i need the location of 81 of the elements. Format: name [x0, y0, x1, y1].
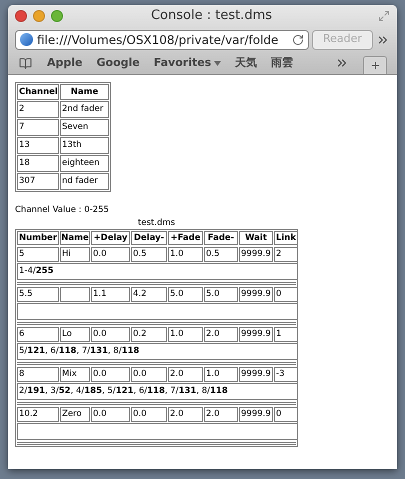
table-cell: 2.0 [168, 367, 203, 382]
window-title: Console : test.dms [150, 7, 272, 26]
channel-value-text: Channel Value : 0-255 [15, 204, 110, 216]
reload-icon[interactable] [292, 34, 304, 46]
table-cell: Hi [60, 247, 90, 262]
table-cell: 2 [274, 247, 298, 262]
bookmark-link[interactable]: Favorites [154, 54, 222, 72]
table-cell: 2 [17, 101, 59, 118]
column-header: Channel [17, 84, 59, 100]
table-cell: 0.2 [131, 327, 167, 342]
table-caption: test.dms [136, 217, 176, 229]
table-cell: nd fader [60, 173, 109, 190]
table-cell: 5 [17, 247, 59, 262]
table-cell: Seven [60, 119, 109, 136]
table-cell: 13th [60, 137, 109, 154]
column-header: Name [60, 84, 109, 100]
table-cell: 0 [274, 287, 298, 302]
table-cell: 5.5 [17, 287, 59, 302]
table-cell: 7 [17, 119, 59, 136]
table-cell: Zero [60, 407, 90, 422]
table-cell: 0.0 [131, 407, 167, 422]
table-cell: 9999.9 [239, 247, 273, 262]
table-cell: 0.0 [91, 247, 130, 262]
table-cell: 18 [17, 155, 59, 172]
table-cell: 1.0 [168, 327, 203, 342]
column-header: Link [274, 231, 298, 245]
empty-cell [60, 287, 90, 302]
new-tab-button[interactable] [363, 56, 387, 74]
table-cell: 9999.9 [239, 287, 273, 302]
column-header: Name [60, 231, 90, 245]
channel-levels-cell: 1-4/255 [17, 263, 298, 280]
table-cell: 9999.9 [239, 367, 273, 382]
table-cell: 2.0 [204, 407, 238, 422]
table-cell: 10.2 [17, 407, 59, 422]
globe-icon [20, 33, 33, 46]
table-cell: 2.0 [204, 327, 238, 342]
table-cell: 1.0 [204, 367, 238, 382]
table-cell: 9999.9 [239, 327, 273, 342]
column-header: Number [17, 231, 59, 245]
column-header: +Delay [91, 231, 130, 245]
table-cell: 4.2 [131, 287, 167, 302]
column-header: +Fade [168, 231, 203, 245]
bookmark-link[interactable]: 天気 [235, 54, 258, 72]
bookmark-link[interactable]: 雨雲 [271, 54, 294, 72]
close-button[interactable] [15, 10, 27, 22]
column-header: Wait [239, 231, 273, 245]
dropdown-icon [214, 60, 222, 66]
table-cell: 1 [274, 327, 298, 342]
column-header: Delay- [131, 231, 167, 245]
channel-levels-cell: 5/121, 6/118, 7/131, 8/118 [17, 343, 298, 360]
table-cell: eighteen [60, 155, 109, 172]
table-cell: 9999.9 [239, 407, 273, 422]
column-header: Fade- [204, 231, 238, 245]
table-cell: 2nd fader [60, 101, 109, 118]
bookmark-link[interactable]: Google [96, 54, 140, 72]
table-cell: -3 [274, 367, 298, 382]
table-cell: 1.0 [168, 247, 203, 262]
table-cell: 0.0 [91, 367, 130, 382]
table-cell: 2.0 [168, 407, 203, 422]
channel-levels-cell: 2/191, 3/52, 4/185, 5/121, 6/118, 7/131, 8/118 [17, 383, 298, 400]
table-cell: Lo [60, 327, 90, 342]
table-cell: 5.0 [168, 287, 203, 302]
table-cell: Mix [60, 367, 90, 382]
address-field[interactable]: file:///Volumes/OSX108/private/var/folde [15, 30, 309, 50]
table-cell: 6 [17, 327, 59, 342]
table-cell: 0.0 [91, 407, 130, 422]
table-cell: 0.5 [131, 247, 167, 262]
table-cell: 0.5 [204, 247, 238, 262]
table-cell: 1.1 [91, 287, 130, 302]
plus-icon [370, 60, 380, 71]
zoom-button[interactable] [51, 10, 63, 22]
minimize-button[interactable] [33, 10, 45, 22]
table-cell: 0.0 [91, 327, 130, 342]
bookmarks-icon[interactable] [18, 56, 33, 70]
table-cell: 0.0 [131, 367, 167, 382]
table-cell: 13 [17, 137, 59, 154]
table-cell: 5.0 [204, 287, 238, 302]
bookmark-link[interactable]: Apple [47, 54, 82, 72]
table-cell: 0 [274, 407, 298, 422]
table-cell: 307 [17, 173, 59, 190]
table-cell: 8 [17, 367, 59, 382]
